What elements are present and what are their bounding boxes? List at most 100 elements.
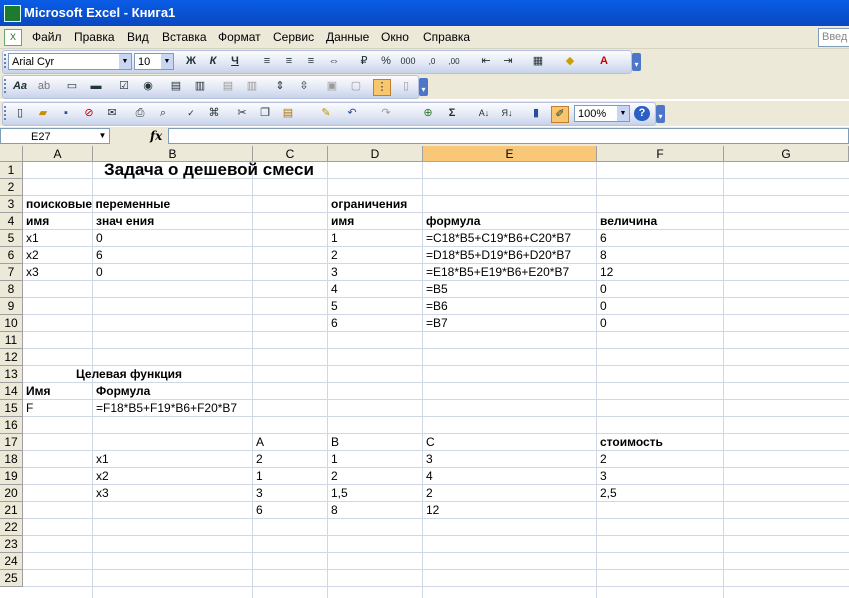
cell-e18[interactable]: 3	[423, 451, 433, 468]
decrease-decimal-icon[interactable]: ,00	[446, 54, 462, 69]
cell-f10[interactable]: 0	[597, 315, 607, 332]
column-header-e[interactable]: E	[423, 146, 597, 162]
row-header-13[interactable]: 13	[0, 366, 23, 383]
cell-f6[interactable]: 8	[597, 247, 607, 264]
toolbar-options-chevron[interactable]: ▾	[656, 105, 665, 123]
scroll-bar-icon[interactable]: ⇕	[272, 79, 288, 94]
row-header-1[interactable]: 1	[0, 162, 23, 179]
formula-input[interactable]	[168, 128, 849, 144]
cell-e9[interactable]: =B6	[423, 298, 448, 315]
row-header-21[interactable]: 21	[0, 502, 23, 519]
row-header-20[interactable]: 20	[0, 485, 23, 502]
align-right-icon[interactable]: ≡	[303, 54, 319, 69]
row-header-4[interactable]: 4	[0, 213, 23, 230]
cell-a5[interactable]: x1	[23, 230, 39, 247]
menu-window[interactable]: Окно	[381, 30, 409, 44]
cell-a15[interactable]: F	[23, 400, 33, 417]
underline-button[interactable]: Ч	[227, 54, 243, 69]
menu-view[interactable]: Вид	[127, 30, 149, 44]
cell-f19[interactable]: 3	[597, 468, 607, 485]
cell-b4[interactable]: знач ения	[93, 213, 154, 230]
row-header-23[interactable]: 23	[0, 536, 23, 553]
column-header-f[interactable]: F	[597, 146, 724, 162]
checkbox-icon[interactable]: ☑	[116, 79, 132, 94]
cell-c18[interactable]: 2	[253, 451, 263, 468]
chevron-down-icon[interactable]: ▼	[161, 54, 173, 69]
edit-code-icon[interactable]: ▢	[348, 79, 364, 94]
row-header-18[interactable]: 18	[0, 451, 23, 468]
cell-c20[interactable]: 3	[253, 485, 263, 502]
insert-function-icon[interactable]: fx	[150, 129, 162, 143]
chart-wizard-icon[interactable]: ▮	[528, 106, 544, 121]
cell-d18[interactable]: 1	[328, 451, 338, 468]
row-header-16[interactable]: 16	[0, 417, 23, 434]
cell-a4[interactable]: имя	[23, 213, 49, 230]
print-preview-icon[interactable]: ⌕	[155, 106, 171, 121]
undo-icon[interactable]: ↶	[344, 106, 360, 121]
cell-b18[interactable]: x1	[93, 451, 109, 468]
cell-d20[interactable]: 1,5	[328, 485, 348, 502]
row-header-9[interactable]: 9	[0, 298, 23, 315]
menu-tools[interactable]: Сервис	[273, 30, 314, 44]
cell-f18[interactable]: 2	[597, 451, 607, 468]
cell-a13[interactable]: Целевая функция	[73, 366, 182, 383]
row-header-10[interactable]: 10	[0, 315, 23, 332]
cell-d7[interactable]: 3	[328, 264, 338, 281]
align-center-icon[interactable]: ≡	[281, 54, 297, 69]
row-header-12[interactable]: 12	[0, 349, 23, 366]
menu-data[interactable]: Данные	[326, 30, 369, 44]
cell-e6[interactable]: =D18*B5+D19*B6+D20*B7	[423, 247, 571, 264]
cell-f9[interactable]: 0	[597, 298, 607, 315]
cell-d19[interactable]: 2	[328, 468, 338, 485]
cell-a14[interactable]: Имя	[23, 383, 51, 400]
fill-color-icon[interactable]: ◆	[562, 54, 578, 69]
email-icon[interactable]: ✉	[104, 106, 120, 121]
toolbar-grip[interactable]	[4, 79, 9, 93]
menu-insert[interactable]: Вставка	[162, 30, 207, 44]
cell-e5[interactable]: =C18*B5+C19*B6+C20*B7	[423, 230, 571, 247]
cell-e17[interactable]: C	[423, 434, 435, 451]
cell-d9[interactable]: 5	[328, 298, 338, 315]
combo-box-icon[interactable]: ▥	[192, 79, 208, 94]
font-name-combo[interactable]: Arial Cyr ▼	[8, 53, 132, 70]
cell-b19[interactable]: x2	[93, 468, 109, 485]
cell-e21[interactable]: 12	[423, 502, 439, 519]
cell-b6[interactable]: 6	[93, 247, 103, 264]
group-box-icon[interactable]: ▭	[64, 79, 80, 94]
select-all-corner[interactable]	[0, 146, 23, 162]
cell-f5[interactable]: 6	[597, 230, 607, 247]
cell-a3[interactable]: поисковые переменные	[23, 196, 170, 213]
label-icon[interactable]: Aa	[12, 79, 28, 94]
cell-f17[interactable]: стоимость	[597, 434, 663, 451]
permission-icon[interactable]: ⊘	[81, 106, 97, 121]
zoom-combo[interactable]: 100% ▼	[574, 105, 630, 122]
cell-d5[interactable]: 1	[328, 230, 338, 247]
italic-button[interactable]: К	[205, 54, 221, 69]
name-box[interactable]: E27 ▼	[0, 128, 110, 144]
new-document-icon[interactable]: ▯	[12, 106, 28, 121]
column-header-a[interactable]: A	[23, 146, 93, 162]
row-header-15[interactable]: 15	[0, 400, 23, 417]
spinner-icon[interactable]: ⇳	[296, 79, 312, 94]
cell-d17[interactable]: B	[328, 434, 339, 451]
row-header-6[interactable]: 6	[0, 247, 23, 264]
cell-e20[interactable]: 2	[423, 485, 433, 502]
sort-descending-icon[interactable]: Я↓	[499, 106, 515, 121]
cell-a6[interactable]: x2	[23, 247, 39, 264]
cell-c19[interactable]: 1	[253, 468, 263, 485]
cell-d10[interactable]: 6	[328, 315, 338, 332]
menu-help[interactable]: Справка	[423, 30, 470, 44]
cell-e8[interactable]: =B5	[423, 281, 448, 298]
cell-f4[interactable]: величина	[597, 213, 657, 230]
thousands-separator-button[interactable]: 000	[400, 54, 416, 69]
cell-c21[interactable]: 6	[253, 502, 263, 519]
menu-format[interactable]: Формат	[218, 30, 261, 44]
spelling-icon[interactable]: ✓	[183, 106, 199, 121]
drawing-icon[interactable]: ✐	[551, 106, 569, 123]
list-box-icon[interactable]: ▤	[168, 79, 184, 94]
menu-file[interactable]: Файл	[32, 30, 62, 44]
cell-b15[interactable]: =F18*B5+F19*B6+F20*B7	[93, 400, 237, 417]
hyperlink-icon[interactable]: ⊕	[420, 106, 436, 121]
borders-icon[interactable]: ▦	[530, 54, 546, 69]
chevron-down-icon[interactable]: ▼	[96, 129, 109, 143]
